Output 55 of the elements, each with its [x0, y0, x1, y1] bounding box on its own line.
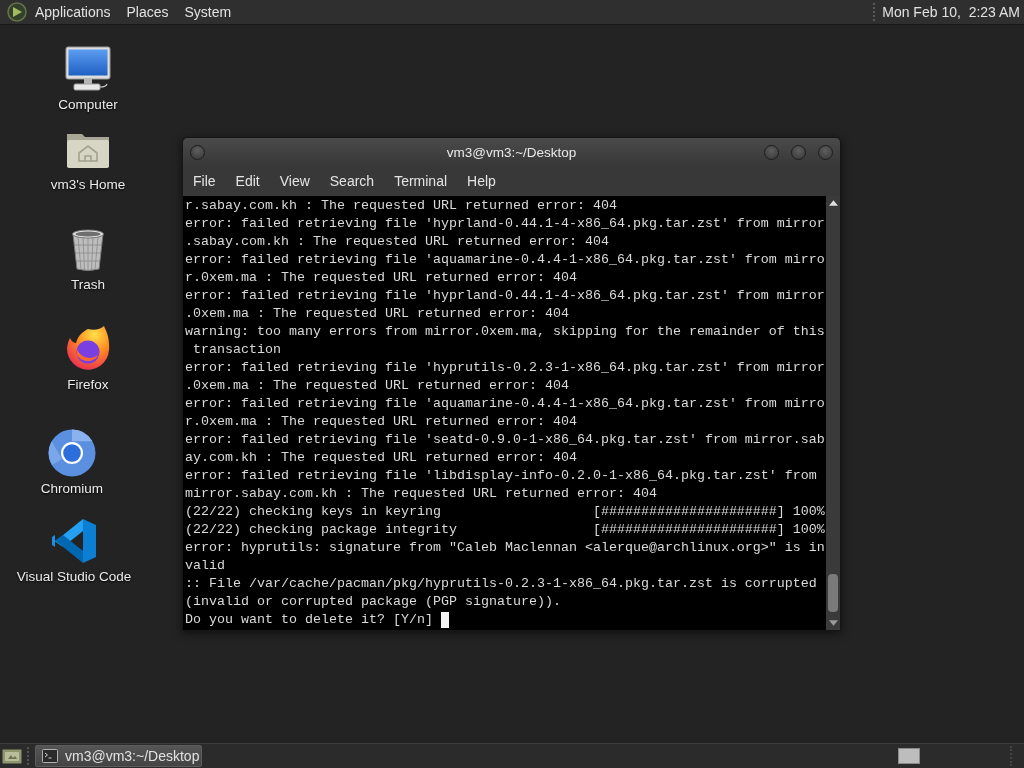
window-title: vm3@vm3:~/Desktop: [446, 144, 577, 160]
terminal-line: (22/22) checking keys in keyring [######################] 100%: [185, 503, 825, 521]
terminal-line: error: failed retrieving file 'seatd-0.9.0-1-x86_64.pkg.tar.zst' from mirror.sab: [185, 431, 825, 449]
menu-item[interactable]: Help: [457, 166, 506, 196]
terminal-line: Do you want to delete it? [Y/n]: [185, 611, 433, 629]
terminal-line: error: hyprutils: signature from "Caleb Maclennan <alerque@archlinux.org>" is in: [185, 539, 825, 557]
terminal-line: ay.com.kh : The requested URL returned error: 404: [185, 449, 577, 467]
terminal-line: .0xem.ma : The requested URL returned error: 404: [185, 305, 569, 323]
panel-menu[interactable]: Places: [118, 0, 177, 24]
vscode-logo-icon[interactable]: [50, 517, 98, 565]
terminal-line: error: failed retrieving file 'libdisplay-info-0.2.0-1-x86_64.pkg.tar.zst' from: [185, 467, 817, 485]
desktop-icon-label[interactable]: vm3's Home: [50, 177, 126, 193]
desktop-icon-label[interactable]: Trash: [71, 277, 105, 293]
desktop-icon-label[interactable]: Firefox: [67, 377, 109, 393]
terminal-line: error: failed retrieving file 'aquamarine-0.4.4-1-x86_64.pkg.tar.zst' from mirro: [185, 251, 825, 269]
desktop-icon-label[interactable]: Visual Studio Code: [16, 569, 132, 585]
firefox-logo-icon[interactable]: [64, 325, 112, 373]
terminal-line: error: failed retrieving file 'hyprland-0.44.1-4-x86_64.pkg.tar.zst' from mirror: [185, 215, 825, 233]
chromium-logo-icon[interactable]: [48, 429, 96, 477]
terminal-line: (22/22) checking package integrity [######################] 100%: [185, 521, 825, 539]
terminal-line: .0xem.ma : The requested URL returned error: 404: [185, 377, 569, 395]
terminal-line: error: failed retrieving file 'hyprland-0.44.1-4-x86_64.pkg.tar.zst' from mirror: [185, 287, 825, 305]
terminal-line: mirror.sabay.com.kh : The requested URL returned error: 404: [185, 485, 657, 503]
terminal-line: valid: [185, 557, 225, 575]
menu-item[interactable]: Edit: [225, 166, 270, 196]
terminal-line: r.sabay.com.kh : The requested URL returned error: 404: [185, 197, 617, 215]
menu-item[interactable]: View: [269, 166, 320, 196]
computer-monitor-icon[interactable]: [64, 45, 112, 93]
menu-item[interactable]: File: [183, 166, 226, 196]
menu-logo-icon[interactable]: [7, 2, 27, 22]
terminal-line: warning: too many errors from mirror.0xem.ma, skipping for the remainder of this: [185, 323, 825, 341]
terminal-line: error: failed retrieving file 'aquamarine-0.4.4-1-x86_64.pkg.tar.zst' from mirro: [185, 395, 825, 413]
show-desktop-icon[interactable]: [2, 748, 22, 764]
terminal-line: :: File /var/cache/pacman/pkg/hyprutils-0.2.3-1-x86_64.pkg.tar.zst is corrupted: [185, 575, 817, 593]
terminal-output[interactable]: [183, 196, 826, 630]
workspace-switcher[interactable]: [898, 748, 920, 764]
terminal-line: .sabay.com.kh : The requested URL returned error: 404: [185, 233, 609, 251]
panel-menu[interactable]: System: [176, 0, 240, 24]
desktop-icon-label[interactable]: Chromium: [40, 481, 104, 497]
terminal-line: (invalid or corrupted package (PGP signature)).: [185, 593, 561, 611]
scrollbar-track[interactable]: [826, 196, 840, 630]
terminal-icon: [42, 749, 58, 763]
terminal-line: r.0xem.ma : The requested URL returned error: 404: [185, 269, 577, 287]
desktop-icon-label[interactable]: Computer: [58, 97, 118, 113]
clock[interactable]: Mon Feb 10, 2:23 AM: [882, 4, 1020, 20]
menu-item[interactable]: Search: [319, 166, 385, 196]
terminal-line: error: failed retrieving file 'hyprutils-0.2.3-1-x86_64.pkg.tar.zst' from mirror: [185, 359, 825, 377]
scrollbar-thumb[interactable]: [828, 574, 838, 612]
menu-item[interactable]: Terminal: [384, 166, 458, 196]
scroll-down-icon[interactable]: [828, 620, 838, 626]
scroll-up-icon[interactable]: [828, 200, 838, 206]
terminal-line: r.0xem.ma : The requested URL returned error: 404: [185, 413, 577, 431]
terminal-line: transaction: [192, 341, 281, 359]
panel-menu[interactable]: Applications: [27, 0, 119, 24]
taskbar-button[interactable]: vm3@vm3:~/Desktop: [35, 745, 202, 767]
